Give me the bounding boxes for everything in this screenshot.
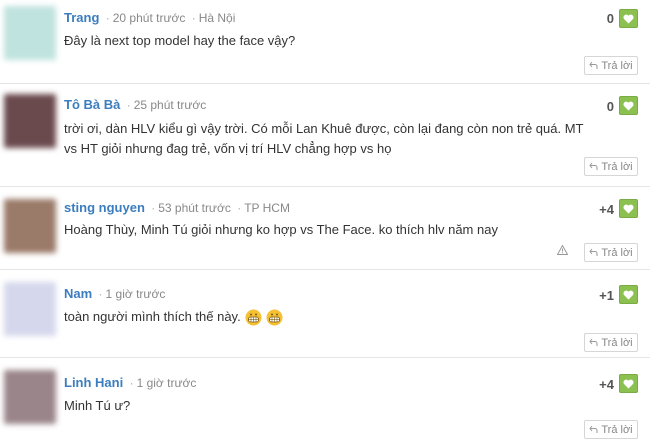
like-count: 0 xyxy=(606,99,614,114)
reply-button[interactable]: Trả lời xyxy=(584,56,638,75)
reply-label: Trả lời xyxy=(601,336,633,349)
comment-item: sting nguyen · 53 phút trước · TP HCM Hoàn… xyxy=(0,187,650,270)
like-button[interactable] xyxy=(619,374,638,393)
reply-button[interactable]: Trả lời xyxy=(584,420,638,439)
comment-location: Hà Nội xyxy=(198,11,236,25)
avatar[interactable] xyxy=(4,94,56,148)
reply-icon xyxy=(589,338,598,346)
meta-separator: · xyxy=(129,376,134,390)
like-count: +4 xyxy=(599,377,614,392)
avatar[interactable] xyxy=(4,282,56,336)
heart-icon xyxy=(623,204,634,213)
reply-button[interactable]: Trả lời xyxy=(584,157,638,176)
meta-separator: · xyxy=(126,98,131,112)
comment-meta: sting nguyen · 53 phút trước · TP HCM xyxy=(64,200,290,215)
avatar[interactable] xyxy=(4,6,56,60)
grinning-emoji-icon xyxy=(266,309,283,325)
report-button[interactable] xyxy=(556,244,569,258)
comment-meta: Tô Bà Bà · 25 phút trước xyxy=(64,97,206,112)
comment-meta: Nam · 1 giờ trước xyxy=(64,286,165,301)
heart-icon xyxy=(623,14,634,23)
like-button[interactable] xyxy=(619,199,638,218)
commenter-name[interactable]: Tô Bà Bà xyxy=(64,97,120,112)
comment-text: trời ơi, dàn HLV kiểu gì vậy trời. Có mỗ… xyxy=(64,121,584,156)
grinning-emoji-icon xyxy=(245,309,262,325)
comment-time: 25 phút trước xyxy=(133,98,207,112)
comment-text: toàn người mình thích thế này. xyxy=(64,307,584,327)
comment-time: 1 giờ trước xyxy=(136,376,197,390)
comment-text: Minh Tú ư? xyxy=(64,398,131,413)
warning-icon xyxy=(556,244,569,255)
commenter-name[interactable]: Nam xyxy=(64,286,92,301)
meta-separator: · xyxy=(98,287,103,301)
like-count: 0 xyxy=(606,11,614,26)
reply-label: Trả lời xyxy=(601,59,633,72)
comment-item: Tô Bà Bà · 25 phút trước trời ơi, dàn HLV… xyxy=(0,84,650,187)
meta-separator: · xyxy=(105,11,110,25)
like-button[interactable] xyxy=(619,9,638,28)
heart-icon xyxy=(623,101,634,110)
comment-meta: Trang · 20 phút trước · Hà Nội xyxy=(64,10,235,25)
meta-separator: · xyxy=(191,11,196,25)
reply-button[interactable]: Trả lời xyxy=(584,243,638,262)
comment-text-body: toàn người mình thích thế này. xyxy=(64,309,241,324)
reply-label: Trả lời xyxy=(601,423,633,436)
comment-item: Linh Hani · 1 giờ trước Minh Tú ư? +4 Trả… xyxy=(0,358,650,447)
meta-separator: · xyxy=(151,201,156,215)
reply-label: Trả lời xyxy=(601,246,633,259)
like-button[interactable] xyxy=(619,285,638,304)
reply-icon xyxy=(589,162,598,170)
comment-location: TP HCM xyxy=(244,201,290,215)
avatar[interactable] xyxy=(4,370,56,424)
like-count: +1 xyxy=(599,288,614,303)
like-button[interactable] xyxy=(619,96,638,115)
comment-text: Đây là next top model hay the face vậy? xyxy=(64,33,296,48)
comment-time: 20 phút trước xyxy=(112,11,186,25)
commenter-name[interactable]: Linh Hani xyxy=(64,375,123,390)
comment-meta: Linh Hani · 1 giờ trước xyxy=(64,375,196,390)
comment-time: 1 giờ trước xyxy=(105,287,166,301)
reply-icon xyxy=(589,425,598,433)
reply-label: Trả lời xyxy=(601,160,633,173)
reply-icon xyxy=(589,61,598,69)
reply-button[interactable]: Trả lời xyxy=(584,333,638,352)
comment-item: Nam · 1 giờ trước toàn người mình thích t… xyxy=(0,270,650,358)
commenter-name[interactable]: sting nguyen xyxy=(64,200,145,215)
comment-item: Trang · 20 phút trước · Hà Nội Đây là next… xyxy=(0,0,650,84)
comment-text: Hoàng Thùy, Minh Tú giỏi nhưng ko hợp vs… xyxy=(64,222,498,237)
avatar[interactable] xyxy=(4,199,56,253)
like-count: +4 xyxy=(599,202,614,217)
heart-icon xyxy=(623,379,634,388)
reply-icon xyxy=(589,248,598,256)
meta-separator: · xyxy=(237,201,242,215)
commenter-name[interactable]: Trang xyxy=(64,10,99,25)
heart-icon xyxy=(623,290,634,299)
comment-time: 53 phút trước xyxy=(158,201,231,215)
